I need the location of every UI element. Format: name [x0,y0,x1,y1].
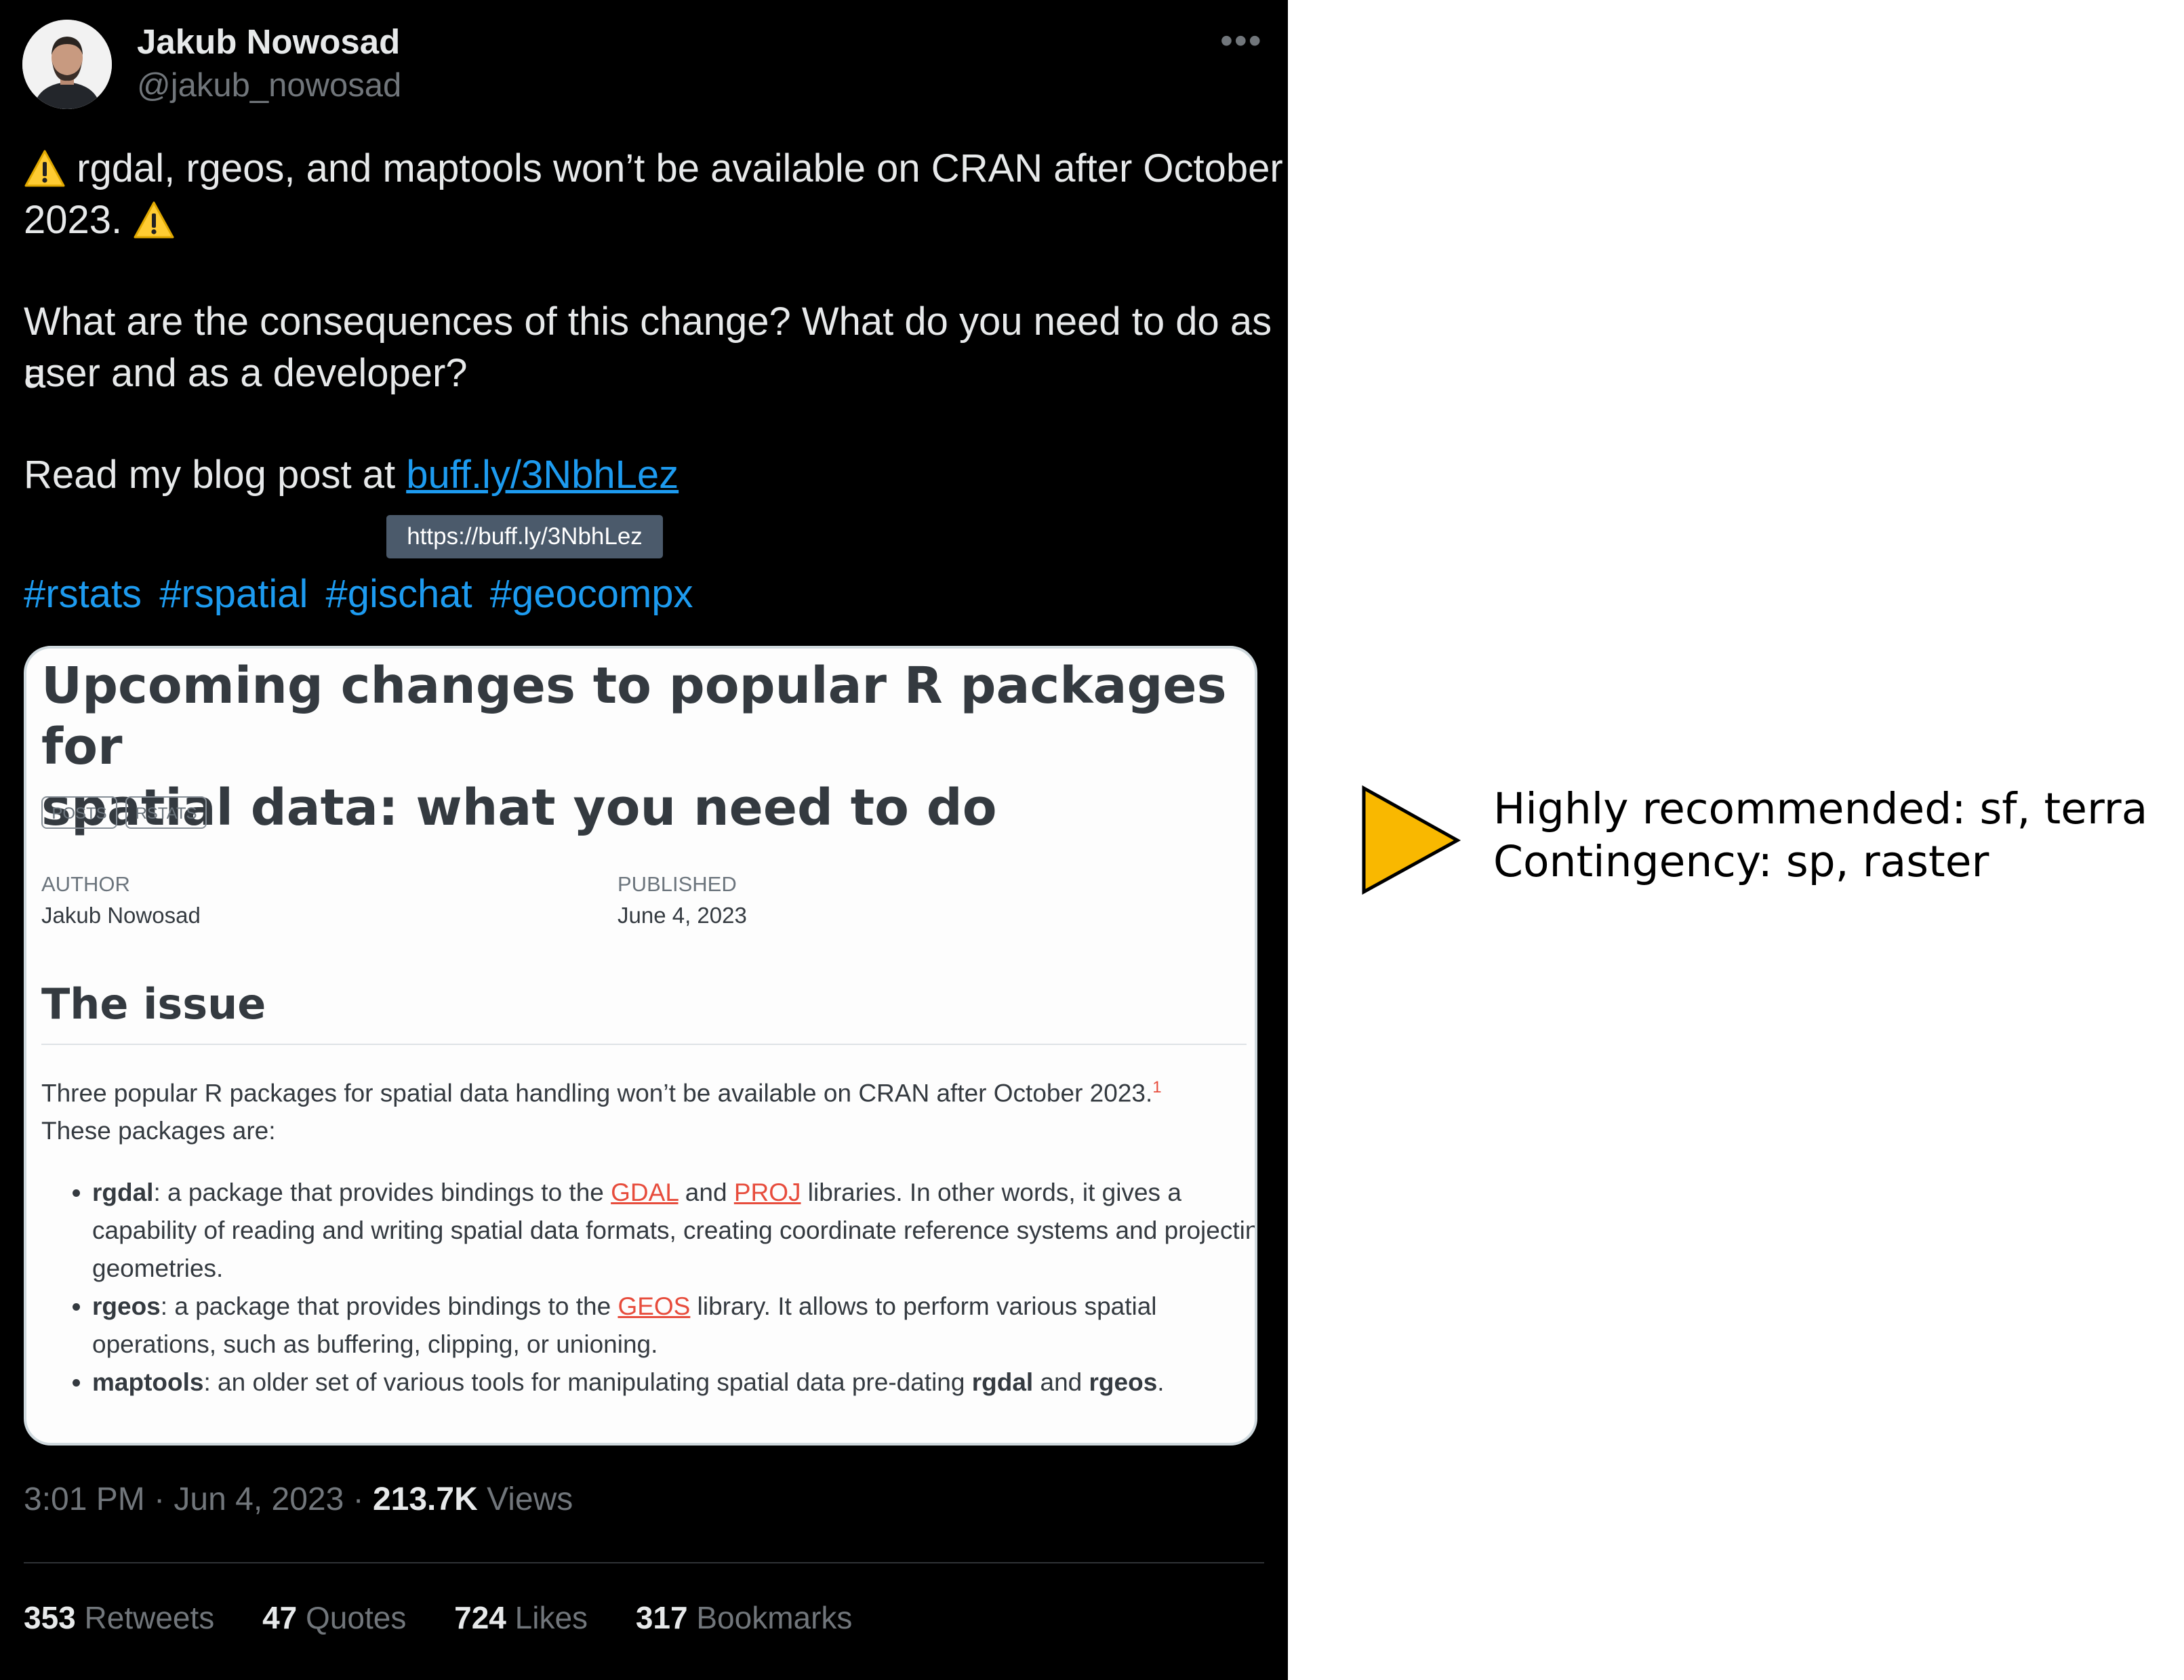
tweet-panel: Jakub Nowosad @jakub_nowosad ••• rgdal, … [0,0,1288,1680]
list-item-text: and [1033,1368,1089,1396]
list-item-text: and [678,1179,734,1206]
tweet-text-line-1: rgdal, rgeos, and maptools won’t be avai… [77,146,1283,190]
section-heading: The issue [41,979,266,1029]
author-name[interactable]: Jakub Nowosad [137,22,400,62]
tweet-line-2: 2023. [24,194,175,247]
likes-label: Likes [506,1600,588,1635]
tag-posts: POSTS [41,796,117,829]
quotes-label: Quotes [297,1600,407,1635]
read-prefix: Read my blog post at [24,453,407,497]
tweet-read-line: Read my blog post at buff.ly/3NbhLez [24,449,679,501]
hashtag-rstats[interactable]: #rstats [24,572,142,616]
list-item: maptools: an older set of various tools … [92,1364,1255,1401]
warning-icon [24,150,65,187]
engagement-stats: 353 Retweets 47 Quotes 724 Likes 317 Boo… [24,1599,891,1636]
retweets-label: Retweets [75,1600,215,1635]
list-item-text: : an older set of various tools for mani… [203,1368,972,1396]
card-title-line-1: Upcoming changes to popular R packages f… [41,657,1227,776]
likes-stat[interactable]: 724 Likes [454,1600,588,1635]
published-value: June 4, 2023 [618,903,747,928]
retweets-stat[interactable]: 353 Retweets [24,1600,214,1635]
timestamp-text: 3:01 PM · Jun 4, 2023 · [24,1481,373,1517]
quotes-count: 47 [262,1600,298,1635]
bookmarks-stat[interactable]: 317 Bookmarks [636,1600,853,1635]
bookmarks-count: 317 [635,1600,688,1635]
package-ref-rgdal: rgdal [971,1368,1034,1396]
list-item-text: : a package that provides bindings to th… [153,1179,611,1206]
list-item: rgdal: a package that provides bindings … [92,1174,1255,1288]
section-divider [41,1044,1247,1045]
link-tooltip: https://buff.ly/3NbhLez [386,515,663,558]
author-handle[interactable]: @jakub_nowosad [137,66,401,104]
quotes-stat[interactable]: 47 Quotes [262,1600,406,1635]
gdal-link[interactable]: GDAL [611,1179,678,1206]
footnote-ref[interactable]: 1 [1152,1078,1161,1097]
annotation-text: Highly recommended: sf, terra Contingenc… [1493,783,2147,888]
intro-paragraph: Three popular R packages for spatial dat… [41,1069,1241,1150]
card-title-line-2: spatial data: what you need to do [41,779,997,837]
tag-rstats: RSTATS [125,796,207,829]
intro-line-2: These packages are: [41,1117,276,1145]
tweet-question-line-2: user and as a developer? [24,351,468,395]
proj-link[interactable]: PROJ [734,1179,801,1206]
tweet-text-line-2: 2023. [24,198,123,242]
annotation-line-1: Highly recommended: sf, terra [1493,784,2148,834]
hashtag-gischat[interactable]: #gischat [326,572,472,616]
package-name-rgdal: rgdal [92,1179,154,1206]
package-list: rgdal: a package that provides bindings … [41,1174,1255,1401]
package-name-maptools: maptools [92,1368,204,1396]
list-item-text: : a package that provides bindings to th… [160,1292,618,1320]
author-value: Jakub Nowosad [41,903,201,928]
warning-icon [134,201,174,239]
list-item-text: . [1157,1368,1165,1396]
intro-line-1: Three popular R packages for spatial dat… [41,1079,1153,1107]
avatar[interactable] [22,20,112,109]
annotation-line-2: Contingency: sp, raster [1493,837,1989,886]
blog-post-card[interactable]: Upcoming changes to popular R packages f… [24,646,1257,1446]
tweet-line-1: rgdal, rgeos, and maptools won’t be avai… [24,142,1283,195]
views-label: Views [477,1481,573,1517]
package-ref-rgeos: rgeos [1089,1368,1158,1396]
tweet-timestamp[interactable]: 3:01 PM · Jun 4, 2023 · 213.7K Views [24,1481,573,1518]
card-title: Upcoming changes to popular R packages f… [41,655,1234,838]
list-item: rgeos: a package that provides bindings … [92,1288,1255,1364]
package-name-rgeos: rgeos [92,1292,161,1320]
views-count: 213.7K [372,1481,478,1517]
geos-link[interactable]: GEOS [618,1292,690,1320]
hashtag-rspatial[interactable]: #rspatial [159,572,308,616]
likes-count: 724 [454,1600,506,1635]
avatar-portrait-icon [22,20,112,109]
play-triangle-icon [1362,785,1461,895]
author-label: AUTHOR [41,872,130,896]
more-options-icon[interactable]: ••• [1220,22,1263,59]
hashtags: #rstats #rspatial #gischat #geocompx [24,568,700,621]
published-label: PUBLISHED [618,872,737,896]
hashtag-geocompx[interactable]: #geocompx [490,572,693,616]
retweets-count: 353 [24,1600,76,1635]
bookmarks-label: Bookmarks [687,1600,853,1635]
blog-link[interactable]: buff.ly/3NbhLez [406,453,679,497]
stats-divider [24,1562,1264,1563]
